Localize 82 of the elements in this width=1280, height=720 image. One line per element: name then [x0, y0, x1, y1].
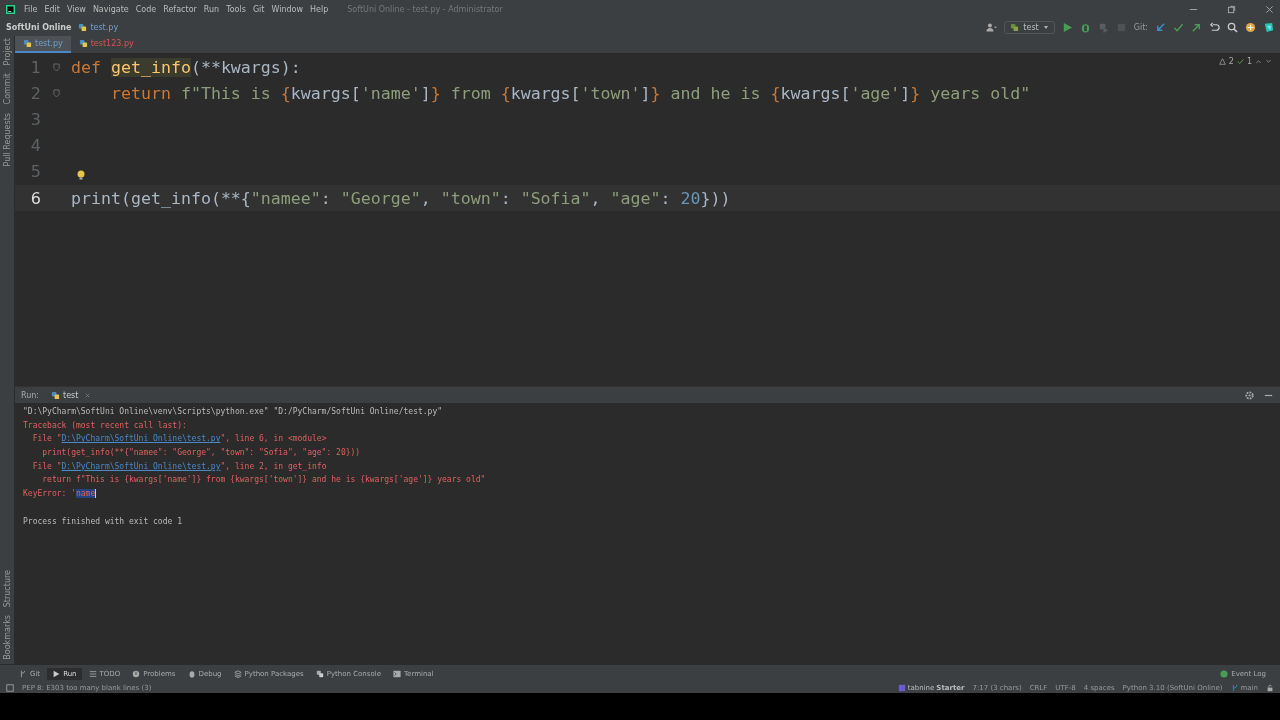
tool-window-button[interactable]: Bookmarks: [2, 615, 12, 660]
terminal-icon: [393, 669, 401, 678]
menu-item[interactable]: View: [66, 4, 86, 14]
console-line: "D:\PyCharm\SoftUni Online\venv\Scripts\python.exe" "D:/PyCharm/SoftUni Online/test.py": [23, 407, 443, 416]
code-line: print(get_info(**{"namee": "George", "town": "Sofia", "age": 20})): [71, 188, 731, 208]
python-file-icon: [78, 39, 88, 48]
menu-item[interactable]: File: [24, 4, 38, 14]
fold-icon[interactable]: [52, 62, 60, 72]
updates-icon[interactable]: [1245, 21, 1256, 33]
editor-tab[interactable]: test123.py: [70, 36, 142, 53]
tabnine-logo-icon: [897, 683, 906, 692]
play-icon: [52, 669, 61, 678]
console-tab[interactable]: test: [47, 390, 96, 400]
file-breadcrumb[interactable]: test.py: [90, 22, 119, 32]
python-icon: [315, 669, 324, 678]
python-file-icon: [78, 22, 88, 32]
menu-item[interactable]: Code: [135, 4, 157, 14]
menu-item[interactable]: Tools: [226, 4, 246, 14]
git-label: Git:: [1133, 22, 1148, 32]
layers-icon: [233, 669, 242, 678]
editor-tab[interactable]: test.py: [15, 36, 71, 53]
project-breadcrumb[interactable]: SoftUni Online: [6, 22, 72, 32]
update-icon[interactable]: [1155, 21, 1166, 33]
fold-icon[interactable]: [52, 88, 60, 98]
branch-icon: [19, 669, 27, 678]
push-icon[interactable]: [1191, 21, 1202, 33]
tool-window-button[interactable]: Project: [2, 38, 12, 66]
menu-item[interactable]: Refactor: [163, 4, 197, 14]
line-number: 1: [29, 57, 41, 77]
console-line: File "D:\PyCharm\SoftUni Online\test.py", line 6, in <module>: [31, 434, 327, 444]
python-file-icon: [1010, 22, 1020, 32]
console-line: Traceback (most recent call last):: [23, 420, 187, 430]
tool-window-button[interactable]: Commit: [2, 73, 12, 105]
close-icon[interactable]: [84, 391, 92, 399]
info-icon: [132, 669, 141, 678]
lock-icon[interactable]: [1266, 683, 1274, 692]
code-line: def get_info(**kwargs):: [71, 57, 301, 77]
console-line: File "D:\PyCharm\SoftUni Online\test.py", line 2, in get_info: [31, 461, 327, 471]
undo-icon[interactable]: [1209, 21, 1220, 33]
check-icon[interactable]: [1173, 21, 1184, 33]
console-line: Process finished with exit code 1: [23, 516, 182, 526]
panel-label: Run:: [21, 390, 40, 400]
check-icon[interactable]: [1236, 58, 1244, 65]
settings-icon[interactable]: [1244, 389, 1255, 401]
console-line: print(get_info(**{"namee": "George", "town": "Sofia", "age": 20})): [41, 448, 361, 458]
console-line: KeyError: 'name: [23, 489, 97, 499]
search-icon[interactable]: [1227, 21, 1238, 33]
menu-item[interactable]: Edit: [44, 4, 60, 14]
warning-count[interactable]: 2: [1228, 57, 1234, 66]
menu-item[interactable]: Navigate: [92, 4, 129, 14]
python-file-icon: [23, 39, 32, 48]
line-number: 4: [29, 136, 41, 156]
event-log-icon: [1220, 669, 1229, 678]
line-number: 2: [29, 83, 41, 103]
restore-icon[interactable]: [1227, 4, 1236, 14]
panel-toggle-icon[interactable]: [6, 683, 14, 692]
lightbulb-icon[interactable]: [77, 169, 85, 180]
run-config-dropdown[interactable]: test: [1004, 20, 1055, 34]
menu-item[interactable]: Window: [271, 4, 303, 14]
plugin-logo-icon[interactable]: [1263, 21, 1274, 33]
tool-window-button[interactable]: Pull Requests: [2, 112, 12, 167]
bug-icon: [187, 669, 196, 678]
tool-window-button[interactable]: Structure: [2, 570, 12, 608]
close-icon[interactable]: [1265, 4, 1274, 14]
line-number: 6: [29, 188, 41, 208]
app-logo-icon: [6, 4, 15, 14]
debug-icon[interactable]: [1079, 21, 1091, 33]
python-file-icon: [51, 390, 61, 400]
caret-icon: [1042, 24, 1049, 30]
line-number: 3: [29, 109, 41, 129]
branch-icon: [1230, 683, 1239, 692]
warning-icon[interactable]: [1218, 58, 1226, 65]
menu-item[interactable]: Help: [310, 4, 329, 14]
menu-item[interactable]: Run: [203, 4, 220, 14]
console-line: return f"This is {kwargs['name']} from {kwargs['town']} and he is {kwargs['age']} years old": [41, 475, 486, 485]
user-icon[interactable]: [986, 21, 998, 33]
run-icon[interactable]: [1061, 21, 1073, 33]
line-number: 5: [29, 162, 41, 182]
typo-count[interactable]: 1: [1246, 57, 1252, 66]
menu-item[interactable]: Git: [252, 4, 265, 14]
list-icon: [88, 669, 97, 678]
code-line: return f"This is {kwargs['name']} from {kwargs['town']} and he is {kwargs['age']} years old": [109, 83, 1031, 103]
